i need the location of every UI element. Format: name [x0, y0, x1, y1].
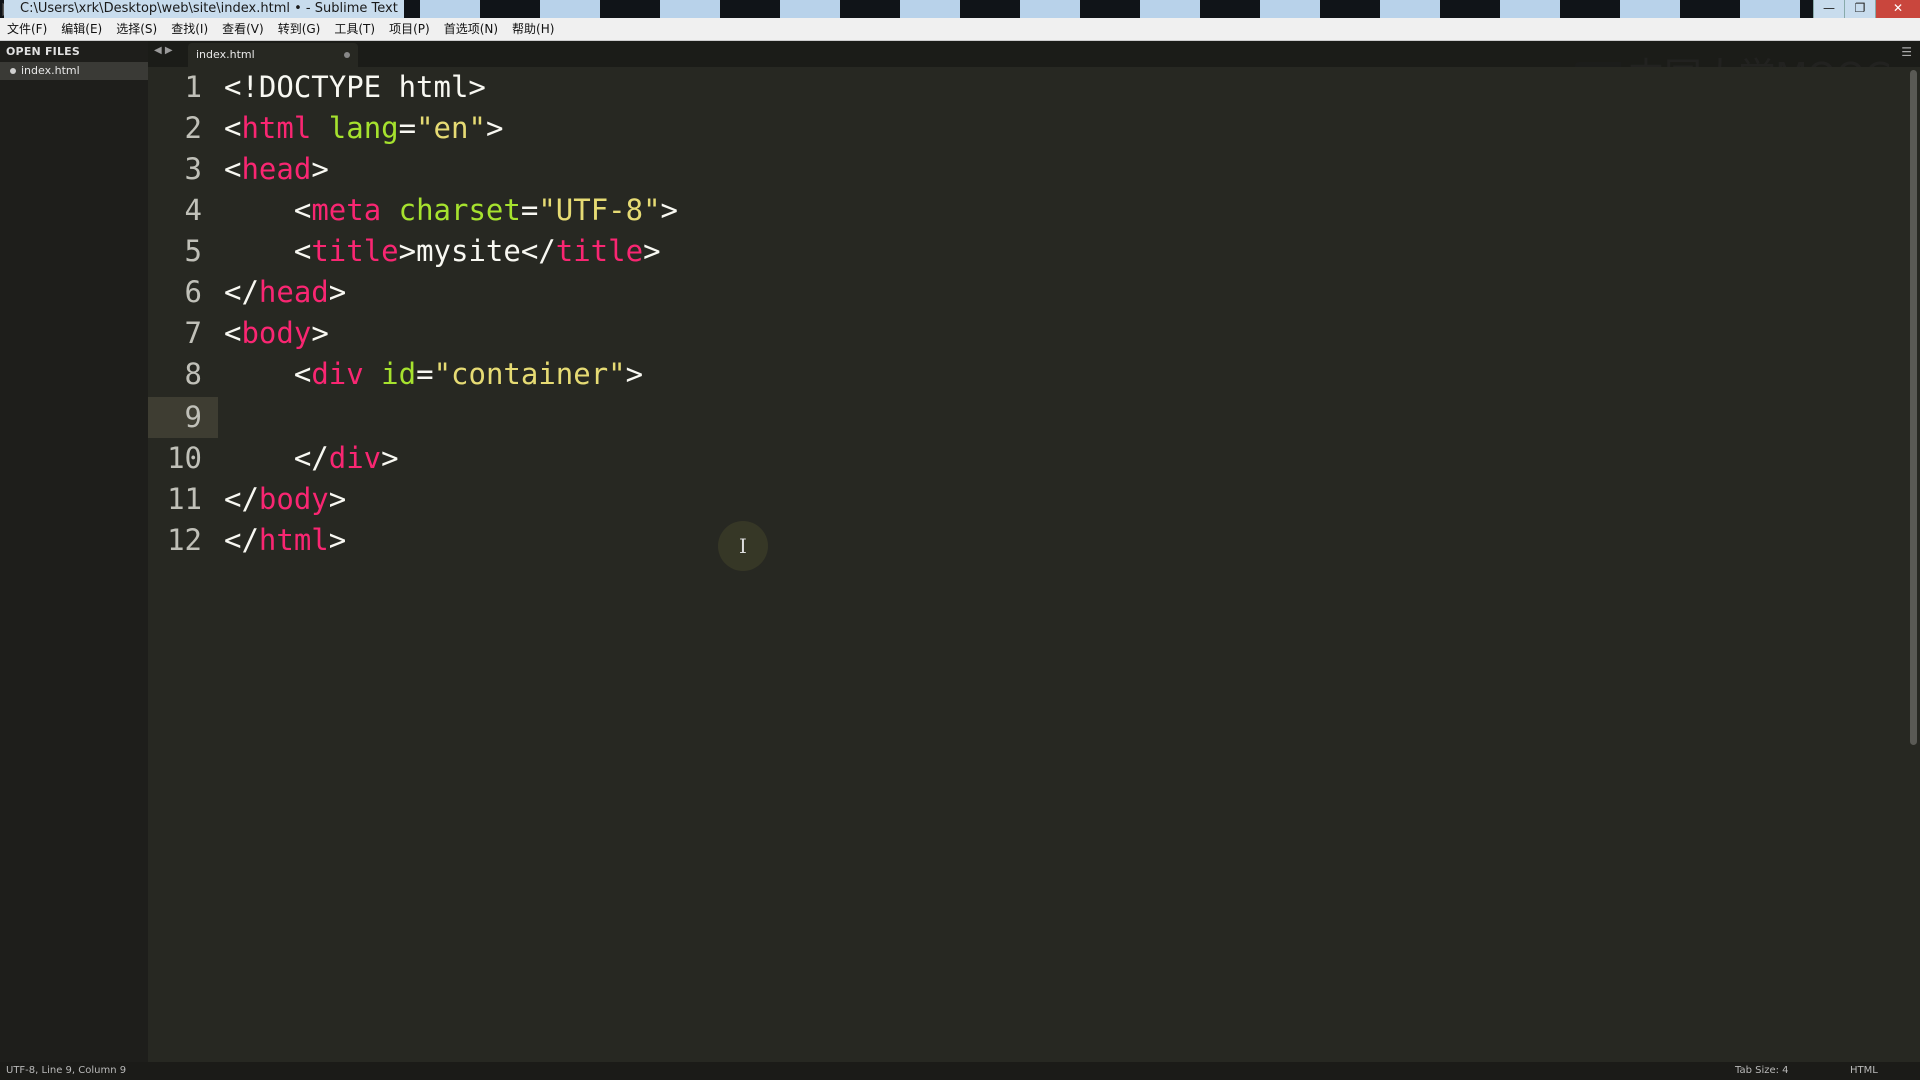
cursor-position-status: UTF-8, Line 9, Column 9	[6, 1065, 127, 1076]
code-line: <head>	[224, 152, 329, 186]
sidebar-file-label: index.html	[21, 64, 80, 77]
open-files-header: OPEN FILES	[6, 45, 81, 58]
code-line: <div id="container">	[293, 357, 644, 391]
menu-edit[interactable]: 编辑(E)	[54, 18, 109, 40]
line-number: 2	[184, 111, 202, 145]
code-line: <html lang="en">	[224, 111, 504, 145]
code-line: <title>mysite</title>	[293, 234, 661, 268]
line-number: 10	[167, 441, 202, 475]
code-line: </div>	[293, 441, 399, 475]
tab-size-status[interactable]: Tab Size: 4	[1735, 1062, 1789, 1080]
line-number: 4	[184, 193, 202, 227]
line-number: 3	[184, 152, 202, 186]
tab-modified-dot-icon[interactable]	[344, 52, 350, 58]
line-number: 6	[184, 275, 202, 309]
code-editor[interactable]: 1 2 3 4 5 6 7 8 9 10 11 12 <!DOCTYPE htm…	[148, 67, 1908, 1062]
vertical-scrollbar[interactable]	[1910, 70, 1917, 745]
mouse-ibeam-cursor-icon: I	[718, 521, 768, 571]
menu-help[interactable]: 帮助(H)	[505, 18, 561, 40]
menu-goto[interactable]: 转到(G)	[271, 18, 328, 40]
menu-find[interactable]: 查找(I)	[164, 18, 215, 40]
sidebar-file-index-html[interactable]: index.html	[0, 62, 148, 80]
tab-nav-arrows-icon[interactable]: ◀ ▶	[154, 45, 173, 56]
close-button[interactable]: ✕	[1875, 0, 1920, 18]
line-number-gutter: 1 2 3 4 5 6 7 8 9 10 11 12	[148, 67, 216, 1062]
line-number: 11	[167, 482, 202, 516]
line-number: 9	[184, 400, 202, 434]
title-bar: C:\Users\xrk\Desktop\web\site\index.html…	[0, 0, 1920, 18]
modified-dot-icon	[10, 68, 16, 74]
tab-label: index.html	[196, 48, 255, 61]
minimize-button[interactable]: —	[1813, 0, 1844, 18]
menu-preferences[interactable]: 首选项(N)	[437, 18, 505, 40]
code-content[interactable]: <!DOCTYPE html> <html lang="en"> <head> …	[224, 67, 678, 557]
code-line: </html>	[224, 523, 347, 557]
sidebar: OPEN FILES index.html	[0, 41, 148, 1062]
maximize-button[interactable]: ❐	[1844, 0, 1875, 18]
window-controls: — ❐ ✕	[1813, 0, 1920, 18]
menu-project[interactable]: 项目(P)	[382, 18, 437, 40]
code-line: <body>	[224, 316, 329, 350]
line-number: 5	[184, 234, 202, 268]
menu-tools[interactable]: 工具(T)	[327, 18, 382, 40]
panel-menu-icon[interactable]: ☰	[1901, 45, 1912, 59]
menu-bar: 文件(F) 编辑(E) 选择(S) 查找(I) 查看(V) 转到(G) 工具(T…	[0, 18, 1920, 41]
code-line: </head>	[224, 275, 347, 309]
code-line: <meta charset="UTF-8">	[293, 193, 678, 227]
line-number: 12	[167, 523, 202, 557]
code-line: </body>	[224, 482, 347, 516]
tab-index-html[interactable]: index.html	[188, 43, 358, 67]
window-title: C:\Users\xrk\Desktop\web\site\index.html…	[4, 0, 404, 18]
menu-selection[interactable]: 选择(S)	[109, 18, 164, 40]
line-number: 7	[184, 316, 202, 350]
syntax-status[interactable]: HTML	[1850, 1062, 1878, 1080]
menu-view[interactable]: 查看(V)	[215, 18, 271, 40]
line-number: 1	[184, 70, 202, 104]
status-bar: UTF-8, Line 9, Column 9 Tab Size: 4 HTML	[0, 1062, 1920, 1080]
line-number: 8	[184, 357, 202, 391]
menu-file[interactable]: 文件(F)	[0, 18, 54, 40]
code-line: <!DOCTYPE html>	[224, 70, 486, 104]
